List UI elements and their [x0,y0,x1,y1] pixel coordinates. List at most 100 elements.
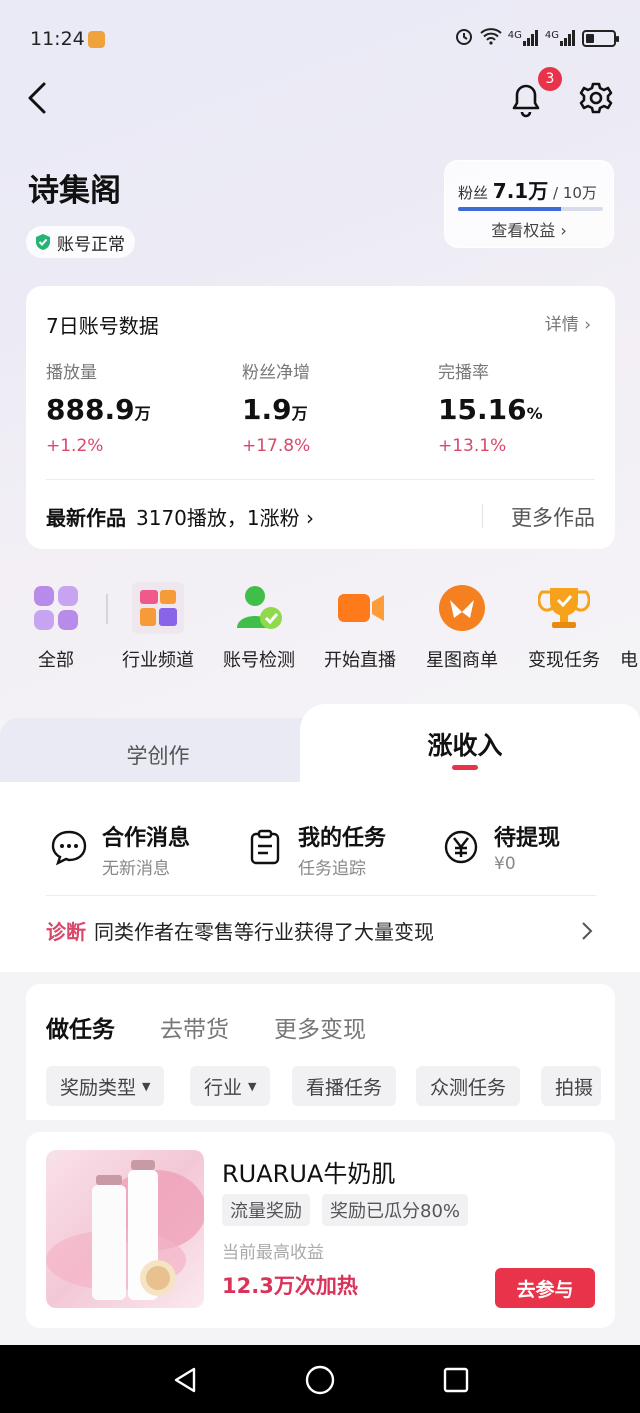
product-name: RUARUA牛奶肌 [222,1160,396,1188]
filter-label: 拍摄 [555,1076,594,1099]
diagnosis-row[interactable]: 诊断 同类作者在零售等行业获得了大量变现 [46,916,596,946]
signal-icon-2: 4G [545,30,576,46]
video-camera-icon [334,582,386,634]
diagnosis-text: 同类作者在零售等行业获得了大量变现 [94,920,434,944]
shortcut-label: 星图商单 [426,650,498,671]
shortcut-label: 行业频道 [122,650,194,671]
entry-title: 我的任务 [298,826,387,851]
shortcut-all[interactable]: 全部 [8,582,104,672]
fans-target: / 10万 [553,184,597,202]
cooperation-messages-entry[interactable]: 合作消息 无新消息 [50,820,190,879]
entry-subtitle: 任务追踪 [298,859,366,879]
more-works-link[interactable]: 更多作品 [511,502,595,532]
shield-check-icon [36,234,50,250]
account-name: 诗集阁 [28,173,121,209]
task-tab-do-tasks[interactable]: 做任务 [46,1010,115,1044]
chevron-left-icon [28,82,46,114]
shortcut-start-live[interactable]: 开始直播 [312,582,408,672]
trophy-icon [537,582,591,634]
latest-work-info: 3170播放，1涨粉 › [136,506,314,530]
status-icons: 4G 4G [454,26,619,50]
shortcut-label: 变现任务 [528,650,600,671]
stat-change: +13.1% [438,436,507,456]
battery-icon [582,29,619,47]
income-label: 当前最高收益 [222,1243,324,1263]
fans-card[interactable]: 粉丝 7.1万 / 10万 查看权益 › [444,160,614,248]
filter-watch-tasks[interactable]: 看播任务 [292,1066,397,1106]
shortcut-label: 全部 [38,650,74,671]
entry-subtitle: ¥0 [494,854,516,874]
signal-icon-1: 4G [508,30,539,46]
fans-progress-bar [458,207,603,211]
stat-label: 播放量 [46,363,97,383]
account-status-badge[interactable]: 账号正常 [26,226,135,258]
stat-label: 粉丝净增 [242,363,310,383]
fans-label: 粉丝 [458,184,489,202]
back-button[interactable] [22,76,62,120]
shortcut-monetize-tasks[interactable]: 变现任务 [516,582,612,672]
my-tasks-entry[interactable]: 我的任务 任务追踪 [246,820,386,879]
stat-change: +17.8% [242,436,311,456]
stat-plays[interactable]: 播放量 888.9万 +1.2% [46,358,151,456]
nav-recents-icon[interactable] [442,1366,470,1394]
stat-change: +1.2% [46,436,104,456]
filter-label: 众测任务 [430,1076,507,1099]
app-notification-icon [88,31,105,48]
caret-down-icon: ▼ [248,1079,257,1093]
account-check-icon [233,582,285,634]
nav-back-icon[interactable] [170,1365,200,1395]
shortcut-star-orders[interactable]: 星图商单 [414,582,510,672]
filter-shooting[interactable]: 拍摄 [541,1066,601,1106]
income-value: 12.3万次加热 [222,1274,358,1298]
pending-withdraw-entry[interactable]: 待提现 ¥0 [442,820,560,874]
caret-down-icon: ▼ [142,1079,151,1093]
view-benefits-link[interactable]: 查看权益 › [445,217,613,241]
wifi-icon [480,27,502,49]
stat-completion-rate[interactable]: 完播率 15.16% +13.1% [438,358,543,456]
fans-progress-fill [458,207,561,211]
product-image [46,1150,204,1308]
system-nav-bar [0,1345,640,1413]
task-tab-more-monetize[interactable]: 更多变现 [274,1010,366,1044]
chat-icon [51,830,87,866]
stat-value: 15.16% [438,393,543,426]
nav-home-icon[interactable] [304,1364,336,1396]
join-button[interactable]: 去参与 [495,1268,595,1308]
notification-count-badge: 3 [538,67,562,91]
shortcut-industry-channel[interactable]: 行业频道 [110,582,206,672]
settings-button[interactable] [576,76,616,120]
shortcut-label: 开始直播 [324,650,396,671]
stat-net-fans[interactable]: 粉丝净增 1.9万 +17.8% [242,358,310,456]
shortcut-label: 电 [620,650,638,671]
latest-work-link[interactable]: 最新作品 3170播放，1涨粉 › [46,502,314,531]
filter-industry[interactable]: 行业 ▼ [190,1066,271,1106]
latest-work-label: 最新作品 [46,506,126,530]
yen-icon [444,830,478,864]
seven-day-data-card: 7日账号数据 详情 › 播放量 888.9万 +1.2% 粉丝净增 1.9万 +… [26,286,615,549]
divider [46,479,595,480]
filter-reward-type[interactable]: 奖励类型 ▼ [46,1066,165,1106]
entry-title: 合作消息 [102,826,191,851]
filter-crowd-test-tasks[interactable]: 众测任务 [416,1066,521,1106]
data-card-title: 7日账号数据 [46,314,159,338]
chevron-right-icon [582,922,593,940]
status-time: 11:24 [30,28,85,50]
stat-label: 完播率 [438,363,489,383]
stat-value: 1.9万 [242,393,308,426]
filter-label: 看播任务 [306,1076,383,1099]
filter-label: 奖励类型 [60,1076,137,1099]
task-product-card[interactable]: RUARUA牛奶肌 流量奖励 奖励已瓜分80% 当前最高收益 12.3万次加热 … [26,1132,615,1328]
active-tab-indicator [452,765,478,770]
task-tab-sell-goods[interactable]: 去带货 [160,1010,229,1044]
shortcut-account-check[interactable]: 账号检测 [211,582,307,672]
filter-label: 行业 [204,1076,243,1099]
shortcut-partial[interactable]: 电 [620,582,640,672]
data-detail-link[interactable]: 详情 › [545,310,591,335]
tab-learn-create-label: 学创作 [126,744,190,768]
shortcut-label: 账号检测 [223,650,295,671]
account-status-label: 账号正常 [57,234,125,255]
clipboard-icon [250,829,280,865]
divider [106,594,108,624]
fans-count: 7.1万 [492,179,549,203]
product-tag: 流量奖励 [222,1194,310,1226]
